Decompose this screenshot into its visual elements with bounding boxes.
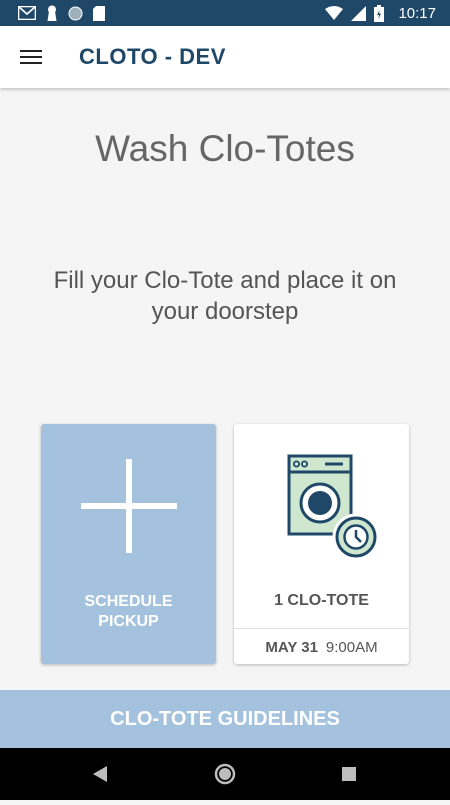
hamburger-menu-icon[interactable]: [20, 47, 42, 65]
recents-icon[interactable]: [319, 748, 379, 800]
tote-pickup-datetime: MAY 31 9:00AM: [234, 639, 409, 656]
home-icon[interactable]: [195, 748, 255, 800]
tote-count-label: 1 CLO-TOTE: [274, 592, 369, 609]
gmail-icon: [18, 6, 36, 20]
status-bar-right: 10:17: [325, 4, 436, 22]
tote-date: MAY 31: [265, 639, 318, 656]
app-bar: CLOTO - DEV: [0, 26, 450, 88]
system-nav-bar: [0, 748, 450, 800]
keyhole-icon: [47, 5, 57, 21]
clo-tote-card[interactable]: 1 CLO-TOTE MAY 31 9:00AM: [234, 424, 409, 664]
sd-card-icon: [93, 5, 105, 21]
schedule-label-line2: PICKUP: [98, 613, 159, 630]
back-icon[interactable]: [70, 748, 130, 800]
app-title: CLOTO - DEV: [79, 44, 226, 69]
page-subtitle: Fill your Clo-Tote and place it on your …: [53, 267, 397, 325]
status-bar: 10:17: [0, 0, 450, 26]
battery-icon: [374, 4, 385, 22]
page-title: Wash Clo-Totes: [95, 128, 355, 169]
signal-icon: [351, 5, 367, 21]
tote-time: 9:00AM: [325, 639, 378, 656]
washing-machine-icon: [287, 454, 380, 561]
plus-icon-horizontal: [81, 503, 177, 509]
schedule-label-line1: SCHEDULE: [84, 593, 173, 610]
wifi-icon: [325, 6, 344, 20]
circle-icon: [68, 6, 83, 20]
status-time: 10:17: [398, 4, 436, 22]
clo-tote-guidelines-button[interactable]: CLO-TOTE GUIDELINES: [0, 690, 450, 748]
schedule-pickup-label: SCHEDULE PICKUP: [41, 592, 216, 632]
schedule-pickup-card[interactable]: SCHEDULE PICKUP: [41, 424, 216, 664]
card-divider: [234, 628, 409, 629]
status-bar-left: [18, 4, 105, 22]
